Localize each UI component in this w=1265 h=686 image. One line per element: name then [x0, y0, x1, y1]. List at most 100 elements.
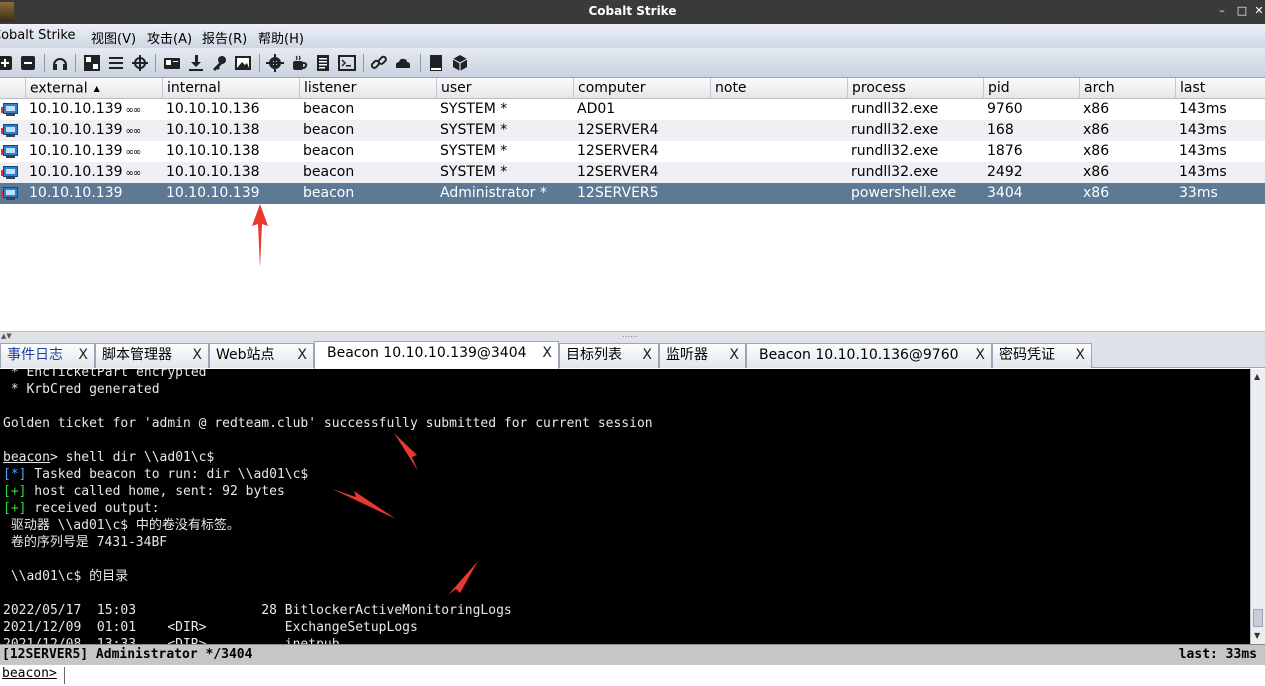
console-line: 卷的序列号是 7431-34BF: [3, 535, 168, 550]
close-icon[interactable]: ✕: [1253, 5, 1265, 17]
session-row[interactable]: 10.10.10.139 ∞∞ 10.10.10.136 beacon SYSTE…: [0, 99, 1265, 120]
gear-icon[interactable]: [266, 54, 284, 72]
maximize-icon[interactable]: □: [1236, 5, 1248, 17]
console-line: 2022/05/17 15:03 28 BitlockerActiveMonit…: [3, 603, 512, 618]
tab-beacon-3404[interactable]: Beacon 10.10.10.139@3404 X: [314, 341, 559, 369]
close-tab-icon[interactable]: X: [729, 344, 739, 367]
session-computer: 12SERVER4: [577, 164, 659, 180]
session-computer: 12SERVER4: [577, 143, 659, 159]
tab-target-list[interactable]: 目标列表 X: [559, 343, 659, 368]
menu-reports[interactable]: 报告(R): [202, 28, 247, 47]
book-icon[interactable]: [427, 54, 445, 72]
tab-event-log[interactable]: 事件日志 X: [0, 343, 95, 368]
column-header-arch[interactable]: arch: [1079, 78, 1175, 99]
column-header-internal[interactable]: internal: [162, 78, 299, 99]
session-pid: 3404: [987, 185, 1023, 201]
close-tab-icon[interactable]: X: [1075, 344, 1085, 367]
session-list-icon[interactable]: [107, 54, 125, 72]
column-header-user[interactable]: user: [436, 78, 573, 99]
console-line: 2021/12/09 01:01 <DIR> ExchangeSetupLogs: [3, 620, 418, 635]
session-row[interactable]: 10.10.10.139 ∞∞ 10.10.10.138 beacon SYSTE…: [0, 162, 1265, 183]
console-scrollbar[interactable]: ▲ ▼: [1250, 369, 1265, 644]
image-icon[interactable]: [234, 54, 252, 72]
collapse-arrows-icon[interactable]: ▲▼: [1, 332, 12, 340]
session-row-selected[interactable]: 10.10.10.139 10.10.10.139 beacon Adminis…: [0, 183, 1265, 204]
link-chain-icon: ∞∞: [125, 147, 142, 158]
session-last: 143ms: [1179, 143, 1227, 159]
menu-help[interactable]: 帮助(H): [258, 28, 304, 47]
cube-icon[interactable]: [451, 54, 469, 72]
split-divider[interactable]: ▲▼ ⋯⋯: [0, 331, 1265, 341]
scroll-up-icon[interactable]: ▲: [1254, 372, 1260, 381]
column-header-icon[interactable]: [0, 78, 25, 99]
session-computer: 12SERVER5: [577, 185, 659, 201]
pivot-graph-icon[interactable]: [83, 54, 101, 72]
tab-beacon-9760[interactable]: Beacon 10.10.10.136@9760 X: [746, 343, 992, 368]
window-title: Cobalt Strike: [588, 4, 677, 18]
scroll-down-icon[interactable]: ▼: [1254, 631, 1260, 640]
session-external: 10.10.10.139: [29, 164, 123, 180]
close-tab-icon[interactable]: X: [78, 344, 88, 367]
coffee-icon[interactable]: [290, 54, 308, 72]
session-computer: 12SERVER4: [577, 122, 659, 138]
session-arch: x86: [1083, 122, 1110, 138]
toolbar-separator: [155, 54, 156, 72]
toolbar-separator: [75, 54, 76, 72]
column-header-process[interactable]: process: [847, 78, 983, 99]
session-user: SYSTEM *: [440, 164, 508, 180]
menu-view[interactable]: 视图(V): [91, 28, 136, 47]
tab-credentials[interactable]: 密码凭证 X: [992, 343, 1092, 368]
scroll-thumb[interactable]: [1253, 609, 1263, 627]
console-tag: [+]: [3, 501, 27, 516]
plus-icon[interactable]: [0, 54, 14, 72]
headphones-icon[interactable]: [51, 54, 69, 72]
column-header-pid[interactable]: pid: [983, 78, 1079, 99]
credentials-icon[interactable]: [163, 54, 181, 72]
cloud-icon[interactable]: [394, 54, 412, 72]
title-bar: Cobalt Strike – □ ✕: [0, 0, 1265, 24]
drag-handle-icon[interactable]: ⋯⋯: [622, 332, 638, 341]
column-header-external[interactable]: external ▲: [25, 78, 162, 99]
close-tab-icon[interactable]: X: [192, 344, 202, 367]
tab-listeners[interactable]: 监听器 X: [659, 343, 746, 368]
menu-attack[interactable]: 攻击(A): [147, 28, 192, 47]
terminal-icon[interactable]: [338, 54, 356, 72]
beacon-session-icon: [1, 186, 19, 201]
close-tab-icon[interactable]: X: [975, 344, 985, 367]
close-tab-icon[interactable]: X: [297, 344, 307, 367]
session-row[interactable]: 10.10.10.139 ∞∞ 10.10.10.138 beacon SYSTE…: [0, 120, 1265, 141]
target-icon[interactable]: [131, 54, 149, 72]
column-header-computer[interactable]: computer: [573, 78, 710, 99]
document-icon[interactable]: [314, 54, 332, 72]
session-process: rundll32.exe: [851, 164, 939, 180]
close-tab-icon[interactable]: X: [642, 344, 652, 367]
session-listener: beacon: [303, 185, 355, 201]
minimize-icon[interactable]: –: [1216, 5, 1228, 17]
menu-cobalt-strike[interactable]: Cobalt Strike: [0, 28, 75, 43]
column-header-last[interactable]: last: [1175, 78, 1265, 99]
column-header-note[interactable]: note: [710, 78, 847, 99]
key-icon[interactable]: [210, 54, 228, 72]
annotation-arrow: [394, 433, 418, 471]
download-icon[interactable]: [187, 54, 205, 72]
beacon-console[interactable]: * EncTicketPart encrypted * KrbCred gene…: [0, 369, 1265, 644]
command-input[interactable]: [68, 667, 1258, 685]
column-header-listener[interactable]: listener: [299, 78, 436, 99]
tab-web-sites[interactable]: Web站点 X: [209, 343, 314, 368]
console-line: [*] Tasked beacon to run: dir \\ad01\c$: [3, 467, 309, 482]
tab-script-manager[interactable]: 脚本管理器 X: [95, 343, 209, 368]
link-icon[interactable]: [370, 54, 388, 72]
session-user: SYSTEM *: [440, 143, 508, 159]
session-status: [12SERVER5] Administrator */3404: [2, 647, 253, 662]
console-line: [+] received output:: [3, 501, 160, 516]
session-row[interactable]: 10.10.10.139 ∞∞ 10.10.10.138 beacon SYSTE…: [0, 141, 1265, 162]
minus-icon[interactable]: [19, 54, 37, 72]
session-listener: beacon: [303, 122, 355, 138]
link-chain-icon: ∞∞: [125, 105, 142, 116]
close-tab-icon[interactable]: X: [542, 342, 552, 365]
last-checkin-status: last: 33ms: [1178, 647, 1257, 662]
session-user: SYSTEM *: [440, 101, 508, 117]
session-listener: beacon: [303, 101, 355, 117]
session-last: 143ms: [1179, 122, 1227, 138]
session-external: 10.10.10.139: [29, 122, 123, 138]
